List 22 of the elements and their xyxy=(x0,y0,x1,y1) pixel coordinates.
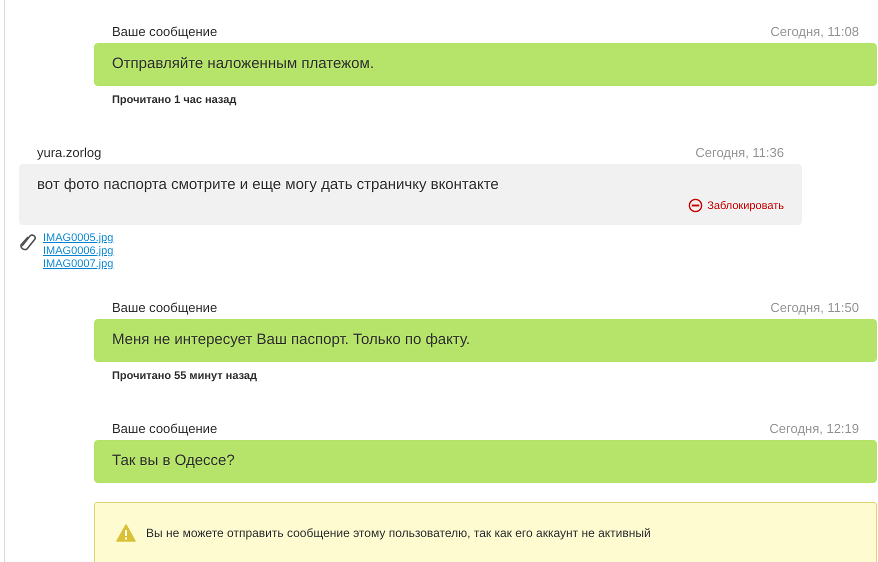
message-time: Сегодня, 12:19 xyxy=(769,420,859,436)
block-icon xyxy=(688,198,704,213)
author-name: Ваше сообщение xyxy=(112,24,218,38)
read-status: Прочитано 1 час назад xyxy=(111,93,238,106)
author-name: Ваше сообщение xyxy=(112,300,218,314)
message-time: Сегодня, 11:36 xyxy=(695,144,784,160)
attachment-link[interactable]: IMAG0006.jpg xyxy=(43,245,114,257)
message-time: Сегодня, 11:50 xyxy=(770,300,859,314)
author-name: yura.zorlog xyxy=(37,144,102,160)
warning-icon xyxy=(116,524,136,542)
notice-text: Вы не можете отправить сообщение этому пользователю, так как его аккаунт не активный xyxy=(146,526,651,540)
message-bubble: Меня не интересует Ваш паспорт. Только по факту. xyxy=(94,319,877,362)
attachment-link[interactable]: IMAG0007.jpg xyxy=(43,258,114,270)
message-bubble: Так вы в Одессе? xyxy=(94,440,877,483)
message-text: вот фото паспорта смотрите и еще могу дать страничку вконтакте xyxy=(37,176,500,193)
attachment-link[interactable]: IMAG0005.jpg xyxy=(43,232,114,244)
message-time: Сегодня, 11:08 xyxy=(770,24,859,38)
paperclip-icon xyxy=(19,232,37,252)
read-status: Прочитано 55 минут назад xyxy=(111,369,258,382)
block-link[interactable]: Заблокировать xyxy=(688,198,784,213)
message-bubble: Отправляйте наложенным платежом. xyxy=(94,43,877,86)
author-name: Ваше сообщение xyxy=(112,420,218,436)
